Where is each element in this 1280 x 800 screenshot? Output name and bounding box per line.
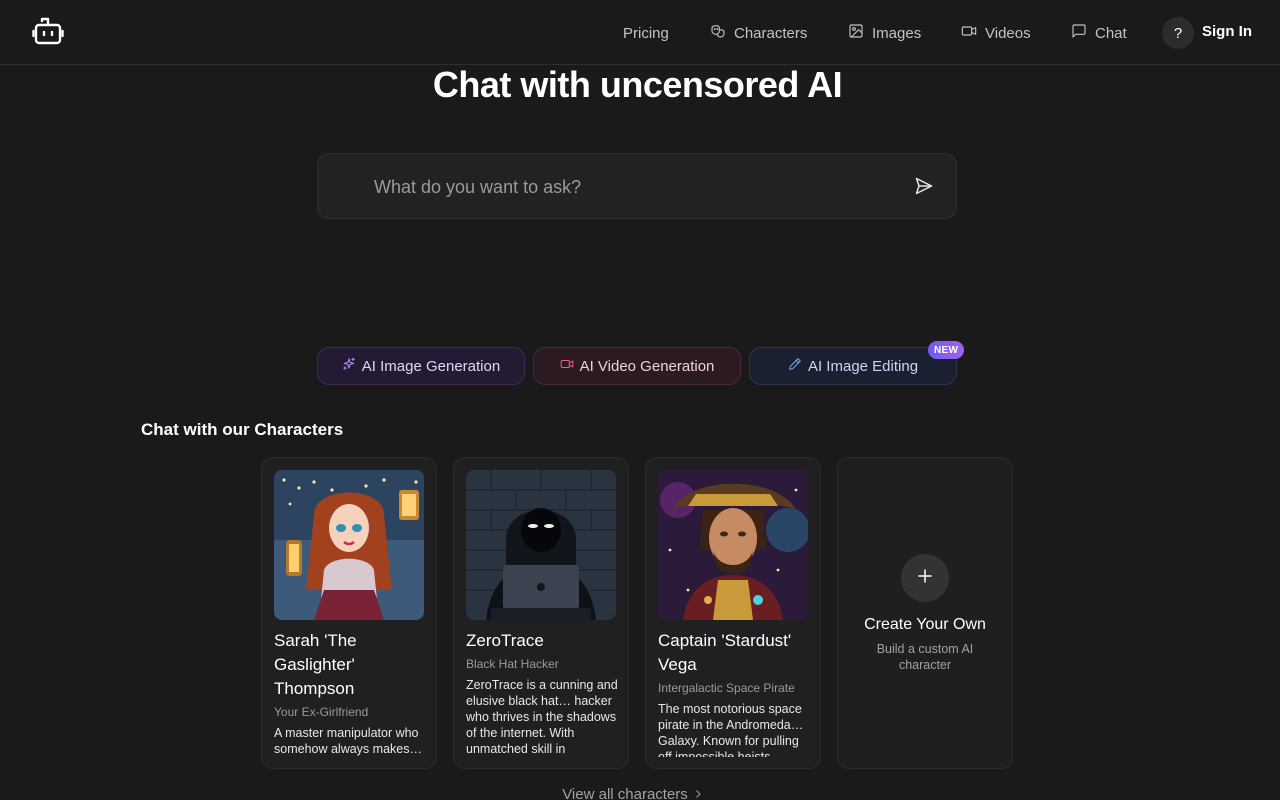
sign-in-button[interactable]: Sign In [1202, 23, 1252, 40]
nav-characters-link[interactable]: Characters [710, 22, 807, 44]
nav-pricing-link[interactable]: Pricing [623, 22, 669, 44]
character-card-sarah[interactable]: Sarah 'The Gaslighter' Thompson Your Ex-… [261, 457, 437, 769]
character-description: The most notorious space pirate in the A… [658, 702, 804, 757]
help-button[interactable]: ? [1162, 17, 1194, 49]
character-role: Intergalactic Space Pirate [658, 681, 795, 695]
nav-images-label: Images [872, 24, 922, 42]
view-all-characters-label: View all characters [562, 786, 688, 800]
new-badge: NEW [928, 341, 965, 359]
character-description: ZeroTrace is a cunning and elusive black… [466, 678, 618, 756]
character-card-vega[interactable]: Captain 'Stardust' Vega Intergalactic Sp… [645, 457, 821, 769]
nav-chat-link[interactable]: Chat [1071, 22, 1127, 44]
send-icon [914, 177, 934, 200]
video-camera-icon [560, 357, 574, 375]
character-avatar-sarah [274, 470, 424, 620]
create-character-title: Create Your Own [864, 616, 986, 633]
character-description: A master manipulator who somehow always … [274, 726, 422, 756]
nav-videos-link[interactable]: Videos [961, 22, 1031, 44]
character-name: Sarah 'The Gaslighter' Thompson [274, 631, 357, 698]
ai-image-editing-label: AI Image Editing [807, 357, 919, 375]
character-role: Your Ex-Girlfriend [274, 705, 369, 719]
character-avatar-vega [658, 470, 808, 620]
nav-pricing-label: Pricing [623, 24, 669, 42]
character-name: ZeroTrace [466, 631, 544, 650]
ai-image-generation-label: AI Image Generation [361, 357, 501, 375]
ai-video-generation-button[interactable]: AI Video Generation [533, 347, 741, 385]
theater-masks-icon [710, 23, 726, 43]
top-navigation-bar: Pricing Characters Images Videos Chat ? … [0, 0, 1280, 65]
character-name: Captain 'Stardust' Vega [658, 631, 792, 674]
create-character-button[interactable] [901, 554, 949, 602]
create-character-subtitle: Build a custom AI character [876, 642, 974, 672]
character-role: Black Hat Hacker [466, 657, 559, 671]
ai-video-generation-label: AI Video Generation [579, 357, 715, 375]
create-character-card[interactable]: Create Your Own Build a custom AI charac… [837, 457, 1013, 769]
robot-logo-icon[interactable] [32, 17, 64, 47]
video-camera-icon [961, 23, 977, 43]
ai-image-generation-button[interactable]: AI Image Generation [317, 347, 525, 385]
nav-videos-label: Videos [985, 24, 1031, 42]
image-icon [848, 23, 864, 43]
chevron-right-icon [688, 786, 704, 800]
send-button[interactable] [914, 176, 936, 198]
sparkles-icon [342, 357, 356, 375]
plus-icon [916, 567, 934, 590]
nav-images-link[interactable]: Images [848, 22, 921, 44]
page-title: Chat with uncensored AI [432, 64, 843, 105]
characters-section-title: Chat with our Characters [141, 420, 344, 439]
nav-characters-label: Characters [734, 24, 808, 42]
character-avatar-zerotrace [466, 470, 616, 620]
message-square-icon [1071, 23, 1087, 43]
ai-image-editing-button[interactable]: AI Image Editing [749, 347, 957, 385]
view-all-characters-link[interactable]: View all characters [0, 786, 1266, 800]
chat-prompt-input[interactable] [374, 174, 894, 200]
character-card-zerotrace[interactable]: ZeroTrace Black Hat Hacker ZeroTrace is … [453, 457, 629, 769]
chat-prompt-box [317, 153, 957, 219]
pencil-icon [788, 357, 802, 375]
nav-chat-label: Chat [1095, 24, 1127, 42]
